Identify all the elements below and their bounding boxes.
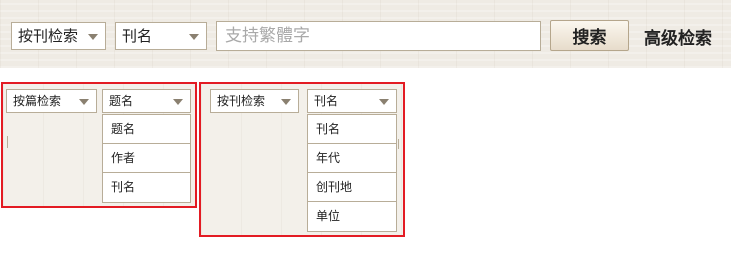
search-toolbar: 按刊检索 刊名 搜索 高级检索 bbox=[0, 0, 731, 68]
dropdown-arrow-icon bbox=[88, 34, 98, 40]
search-field-value: 刊名 bbox=[122, 27, 153, 45]
search-input[interactable] bbox=[216, 21, 541, 51]
highlight-frame-left bbox=[1, 82, 197, 208]
highlight-frame-right bbox=[199, 82, 405, 237]
advanced-search-link[interactable]: 高级检索 bbox=[644, 24, 712, 49]
dropdown-arrow-icon bbox=[189, 34, 199, 40]
search-scope-value: 按刊检索 bbox=[18, 27, 79, 45]
search-scope-select[interactable]: 按刊检索 bbox=[11, 22, 106, 50]
search-button[interactable]: 搜索 bbox=[550, 20, 629, 51]
search-field-select[interactable]: 刊名 bbox=[115, 22, 207, 50]
